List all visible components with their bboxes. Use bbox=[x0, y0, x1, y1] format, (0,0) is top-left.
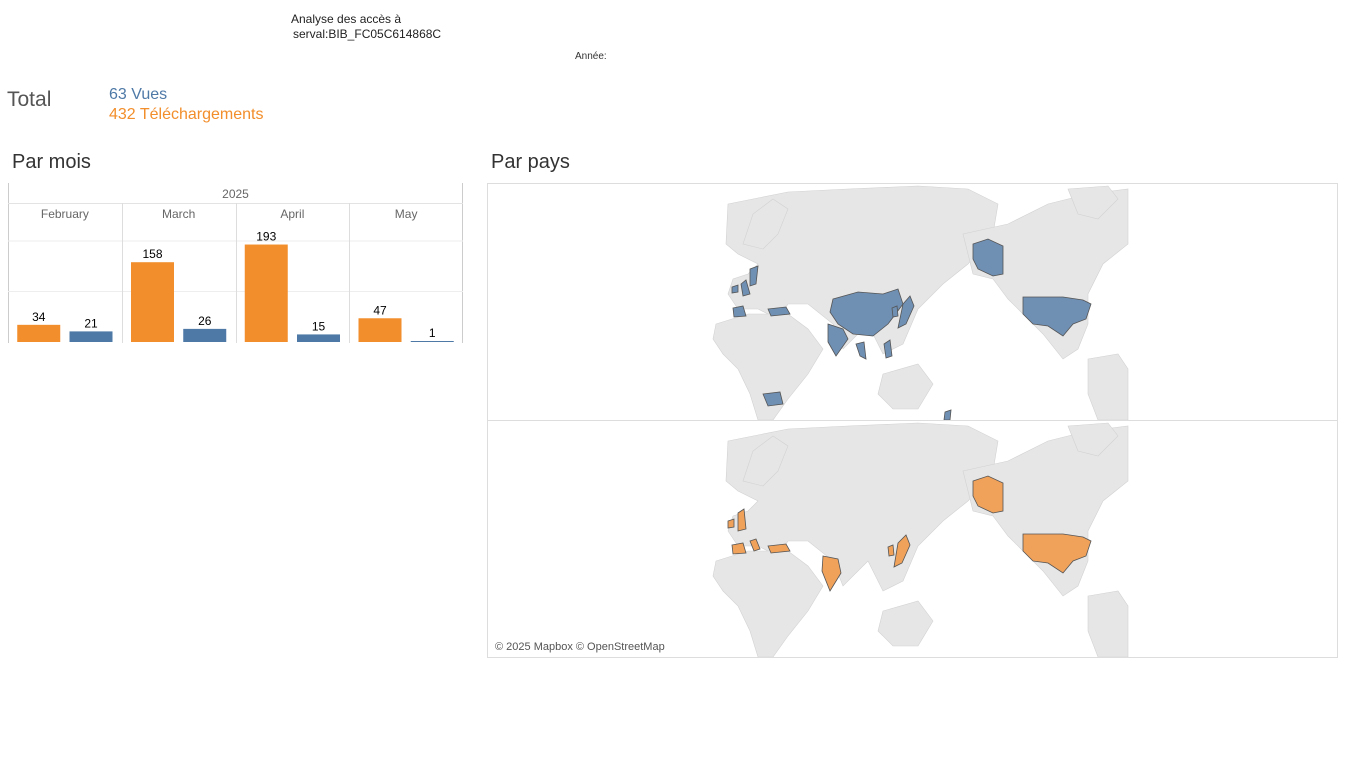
month-label: May bbox=[395, 207, 418, 221]
bar-telechargements bbox=[131, 262, 174, 342]
map-telechargements[interactable] bbox=[488, 421, 1337, 657]
monthly-bar-chart: 2025 February 34 21 March 158 26 April 193 15 May 4… bbox=[8, 183, 463, 343]
bar-vues bbox=[183, 328, 227, 342]
oceania-landmass bbox=[877, 600, 934, 647]
bar-value-label: 1 bbox=[429, 326, 436, 340]
title-line-1: Analyse des accès à bbox=[291, 12, 402, 26]
map-attribution[interactable]: © 2025 Mapbox © OpenStreetMap bbox=[495, 641, 665, 653]
bar-value-label: 34 bbox=[32, 310, 46, 324]
country-ireland bbox=[727, 518, 735, 529]
month-label: March bbox=[162, 207, 195, 221]
monthly-bar-chart-svg: 2025 February 34 21 March 158 26 April 193 15 May 4… bbox=[8, 183, 463, 343]
map-vues[interactable] bbox=[488, 184, 1337, 421]
south-america-landmass bbox=[1087, 353, 1129, 420]
country-korea bbox=[891, 305, 899, 318]
bar-value-label: 158 bbox=[142, 247, 162, 261]
south-america-landmass bbox=[1087, 590, 1129, 657]
month-label: February bbox=[41, 207, 89, 221]
report-title: Analyse des accès à serval:BIB_FC05C6148… bbox=[291, 12, 441, 42]
country-spain bbox=[731, 542, 747, 555]
bar-vues bbox=[297, 334, 340, 342]
year-filter-label[interactable]: Année: bbox=[575, 51, 607, 62]
country-new-zealand bbox=[943, 409, 952, 420]
total-vues: 63 Vues bbox=[109, 86, 168, 103]
total-label: Total bbox=[7, 88, 52, 111]
bar-telechargements bbox=[358, 318, 402, 342]
country-korea bbox=[887, 544, 895, 557]
bar-telechargements bbox=[244, 244, 288, 342]
bar-vues bbox=[410, 341, 454, 342]
bar-vues bbox=[69, 331, 113, 342]
bar-telechargements bbox=[17, 324, 61, 342]
par-mois-title: Par mois bbox=[12, 151, 91, 173]
country-india bbox=[821, 555, 842, 592]
country-thailand bbox=[855, 341, 867, 360]
bar-value-label: 47 bbox=[373, 303, 387, 317]
month-label: April bbox=[280, 207, 304, 221]
country-turkey bbox=[767, 306, 791, 317]
chart-year-label: 2025 bbox=[222, 187, 249, 201]
par-pays-title: Par pays bbox=[491, 151, 570, 173]
country-turkey bbox=[767, 543, 791, 554]
title-line-2: serval:BIB_FC05C614868C bbox=[293, 27, 442, 41]
total-telechargements: 432 Téléchargements bbox=[109, 106, 264, 123]
bar-value-label: 193 bbox=[256, 230, 276, 244]
africa-landmass bbox=[712, 550, 824, 657]
bar-value-label: 21 bbox=[84, 316, 98, 330]
oceania-landmass bbox=[877, 363, 934, 410]
bar-value-label: 26 bbox=[198, 314, 212, 328]
country-map-panel bbox=[487, 183, 1338, 658]
bar-value-label: 15 bbox=[312, 319, 326, 333]
